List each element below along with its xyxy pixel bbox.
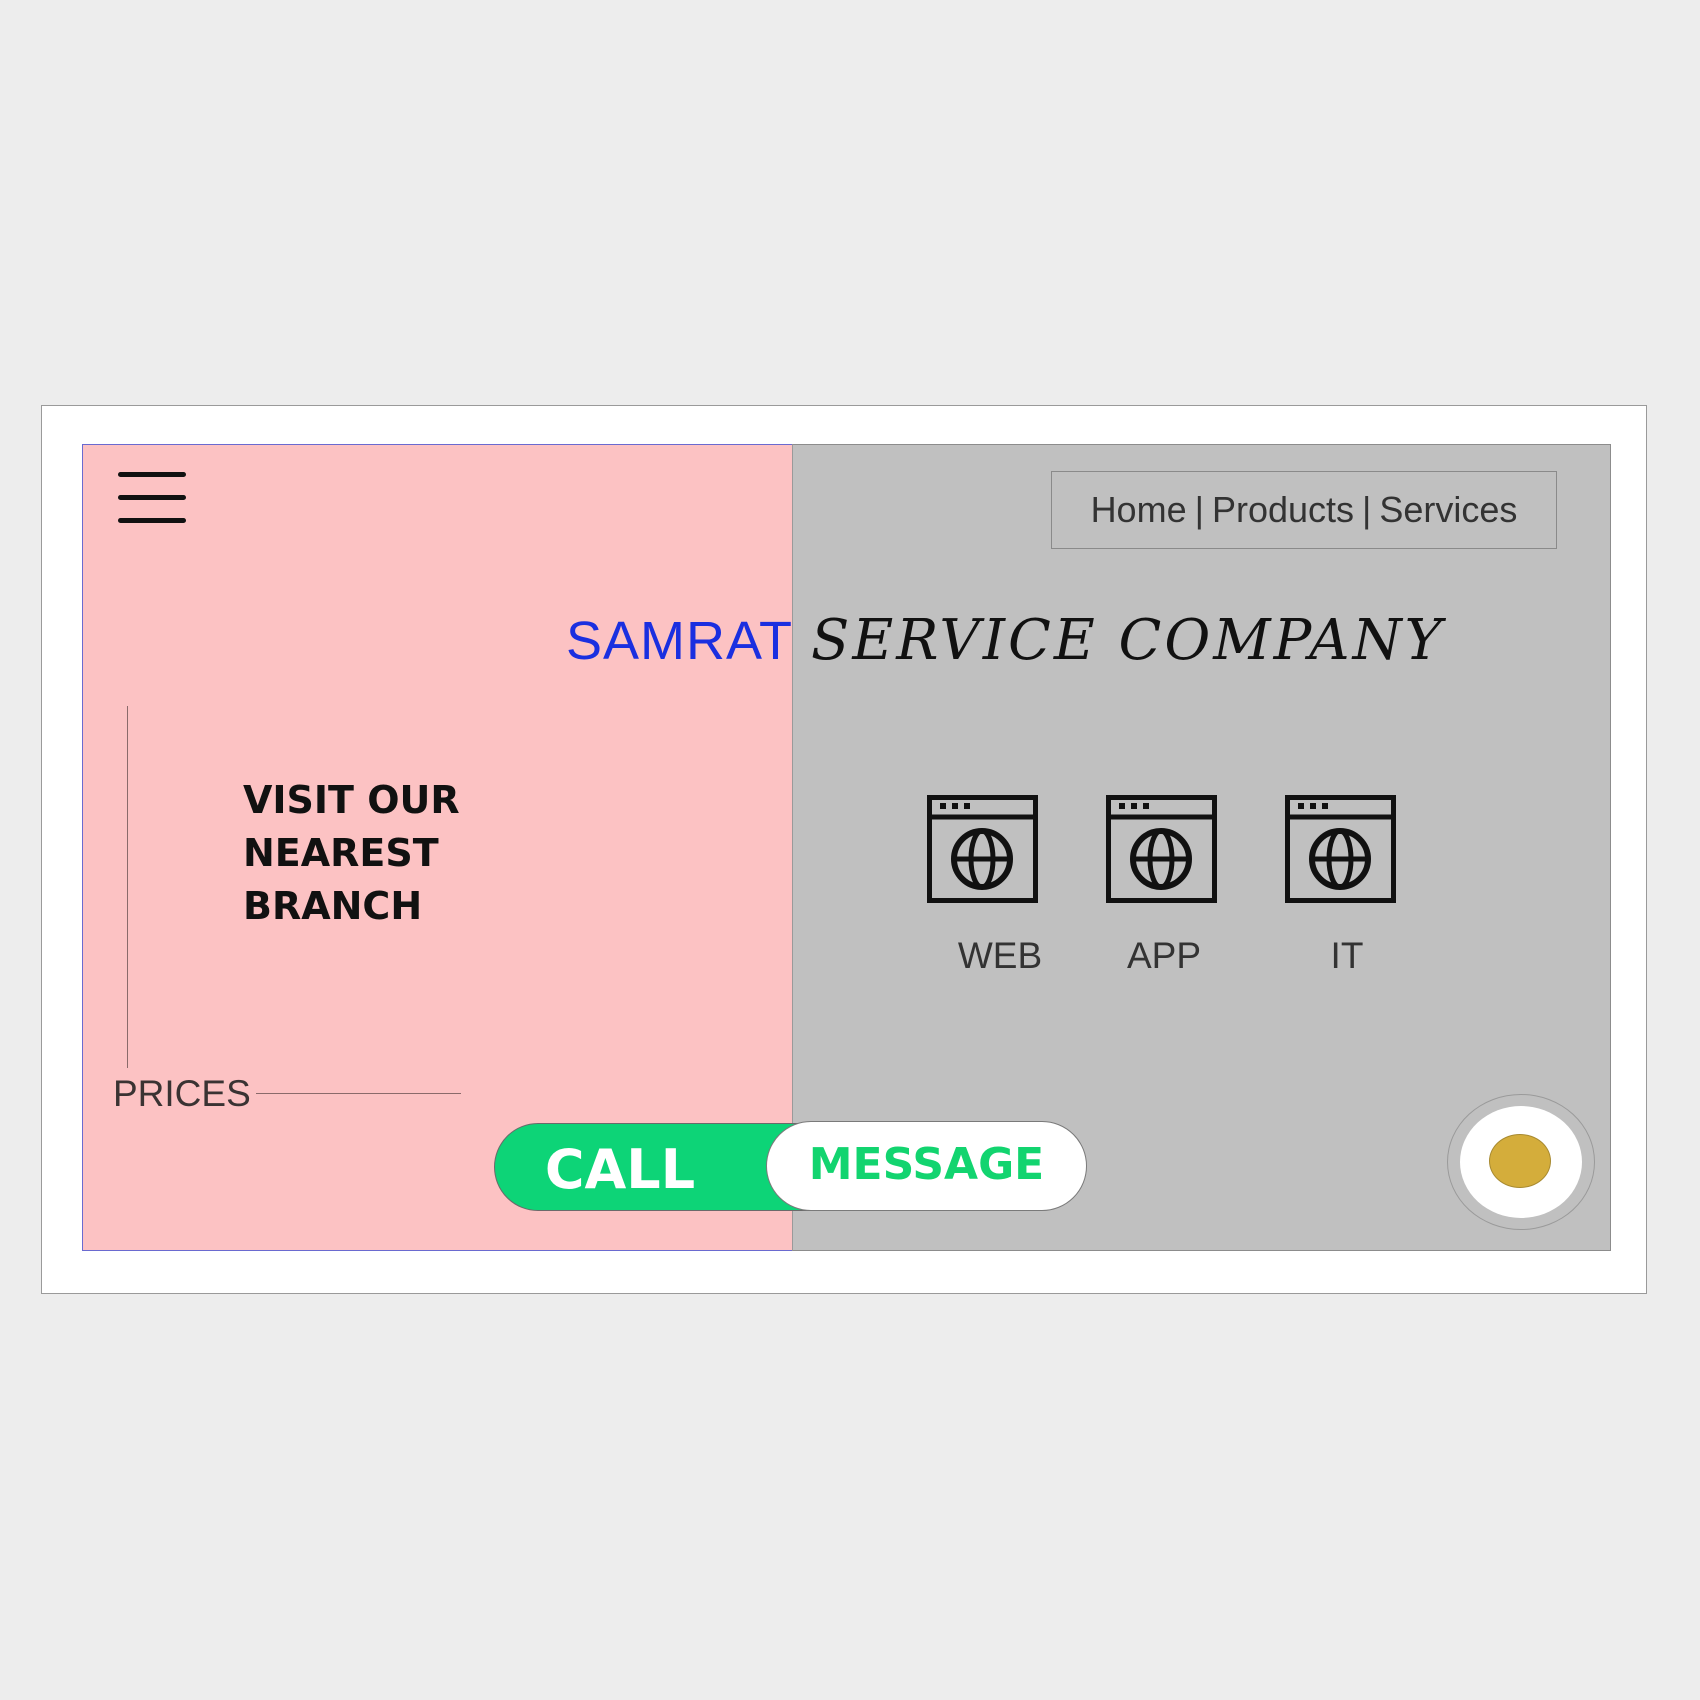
service-app-label: APP [1126,935,1202,976]
nav-separator: | [1362,489,1372,530]
visit-branch-text: VISIT OUR NEAREST BRANCH [243,774,460,933]
web-browser-globe-icon [1106,795,1217,903]
brand-name: SAMRAT [566,611,794,671]
visit-line-2: NEAREST [243,831,439,875]
service-app-icon[interactable] [1106,795,1217,903]
service-it-label: IT [1330,935,1364,976]
record-dot-icon [1489,1134,1551,1188]
top-nav: Home | Products | Services [1051,471,1557,549]
page-title: SAMRAT SERVICE COMPANY [566,608,1445,688]
menu-line [118,495,186,500]
message-button[interactable]: MESSAGE [766,1121,1087,1211]
hamburger-menu-icon[interactable] [118,472,186,524]
service-web-icon[interactable] [927,795,1038,903]
message-button-label: MESSAGE [808,1138,1045,1190]
brand-tagline: SERVICE COMPANY [811,608,1445,673]
prices-link[interactable]: PRICES [113,1073,251,1115]
menu-line [118,472,186,477]
vertical-divider [127,706,128,1068]
nav-home-link[interactable]: Home [1091,489,1187,531]
service-it-icon[interactable] [1285,795,1396,903]
menu-line [118,518,186,523]
web-browser-globe-icon [1285,795,1396,903]
visit-line-3: BRANCH [243,884,423,928]
nav-services-link[interactable]: Services [1379,489,1517,531]
nav-separator: | [1194,489,1204,530]
web-browser-globe-icon [927,795,1038,903]
visit-line-1: VISIT OUR [243,778,460,822]
nav-products-link[interactable]: Products [1212,489,1354,531]
service-web-label: WEB [957,935,1043,976]
horizontal-divider [256,1093,461,1094]
call-button-label: CALL [544,1138,696,1201]
